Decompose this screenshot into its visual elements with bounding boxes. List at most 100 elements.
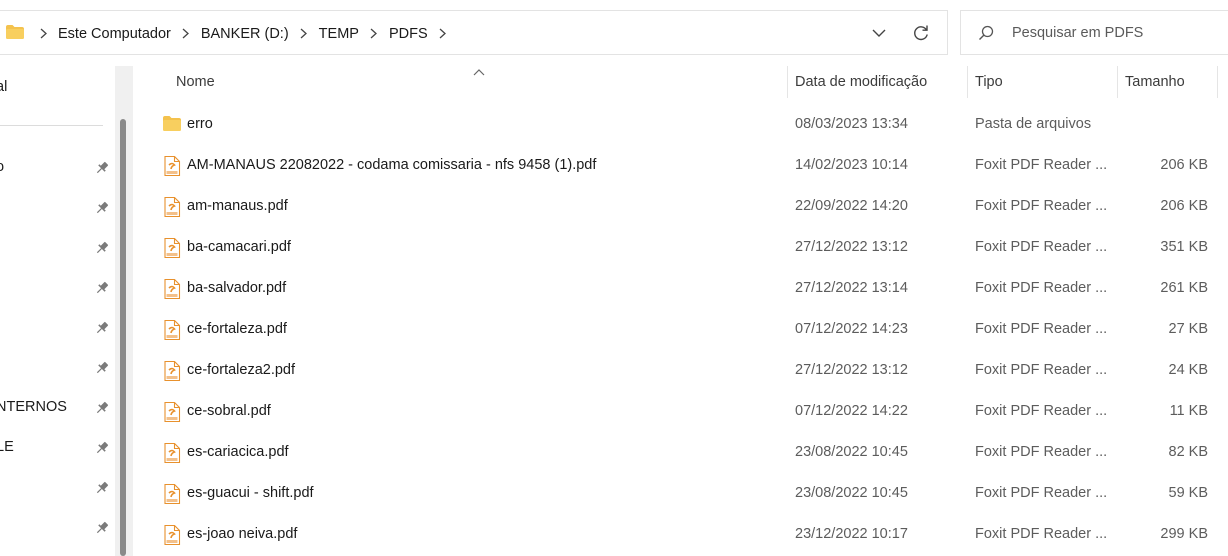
file-row[interactable]: ba-camacari.pdf 27/12/2022 13:12 Foxit PDF… <box>135 227 1228 268</box>
file-date-modified: 23/08/2022 10:45 <box>795 485 908 501</box>
breadcrumb-separator-icon[interactable] <box>295 28 313 39</box>
address-bar[interactable]: Este Computador BANKER (D:) TEMP PDFS <box>0 10 948 55</box>
file-date-modified: 07/12/2022 14:22 <box>795 403 908 419</box>
pdf-file-icon <box>163 278 181 300</box>
file-name: ce-fortaleza.pdf <box>187 321 287 337</box>
pdf-file-icon <box>163 196 181 218</box>
pdf-file-icon <box>163 524 181 546</box>
search-box[interactable]: Pesquisar em PDFS <box>960 10 1228 55</box>
pdf-file-icon <box>163 360 181 382</box>
pin-icon[interactable] <box>94 480 110 496</box>
pin-icon[interactable] <box>94 160 110 176</box>
pdf-file-icon <box>163 483 181 505</box>
file-row[interactable]: ce-sobral.pdf 07/12/2022 14:22 Foxit PDF R… <box>135 391 1228 432</box>
nav-item[interactable] <box>0 470 115 506</box>
column-header-size[interactable]: Tamanho <box>1125 74 1185 90</box>
file-row[interactable]: am-manaus.pdf 22/09/2022 14:20 Foxit PDF R… <box>135 186 1228 227</box>
file-type: Foxit PDF Reader ... <box>975 444 1108 460</box>
column-header-name[interactable]: Nome <box>176 74 215 90</box>
nav-item[interactable] <box>0 350 115 386</box>
folder-row[interactable]: erro 08/03/2023 13:34 Pasta de arquivos <box>135 104 1228 145</box>
file-type: Foxit PDF Reader ... <box>975 321 1108 337</box>
file-size: 206 KB <box>1160 157 1208 173</box>
file-date-modified: 27/12/2022 13:12 <box>795 239 908 255</box>
column-divider[interactable] <box>967 66 968 98</box>
file-date-modified: 27/12/2022 13:12 <box>795 362 908 378</box>
file-type: Foxit PDF Reader ... <box>975 157 1108 173</box>
file-date-modified: 07/12/2022 14:23 <box>795 321 908 337</box>
nav-divider <box>0 125 103 126</box>
nav-item[interactable] <box>0 230 115 266</box>
breadcrumb-separator-icon[interactable] <box>177 28 195 39</box>
column-divider[interactable] <box>787 66 788 98</box>
file-size: 206 KB <box>1160 198 1208 214</box>
file-row[interactable]: ce-fortaleza.pdf 07/12/2022 14:23 Foxit PD… <box>135 309 1228 350</box>
nav-item[interactable] <box>0 270 115 306</box>
pin-icon[interactable] <box>94 280 110 296</box>
file-type: Foxit PDF Reader ... <box>975 526 1108 542</box>
nav-item[interactable]: al <box>0 70 115 106</box>
pin-icon[interactable] <box>94 360 110 376</box>
file-size: 24 KB <box>1168 362 1209 378</box>
pin-icon[interactable] <box>94 520 110 536</box>
nav-item-label: o <box>0 159 5 175</box>
breadcrumb-separator-icon[interactable] <box>34 28 52 39</box>
file-size: 351 KB <box>1160 239 1208 255</box>
column-divider[interactable] <box>1117 66 1118 98</box>
nav-item[interactable]: LE <box>0 430 115 466</box>
chevron-down-icon[interactable] <box>866 22 892 44</box>
file-type: Foxit PDF Reader ... <box>975 362 1108 378</box>
file-type: Foxit PDF Reader ... <box>975 403 1108 419</box>
breadcrumb-separator-icon[interactable] <box>365 28 383 39</box>
breadcrumb-item[interactable]: PDFS <box>383 26 434 42</box>
search-icon <box>978 25 994 41</box>
folder-icon <box>6 25 24 39</box>
file-size: 59 KB <box>1168 485 1209 501</box>
pdf-file-icon <box>163 442 181 464</box>
pin-icon[interactable] <box>94 440 110 456</box>
file-size: 11 KB <box>1169 403 1208 419</box>
file-name: am-manaus.pdf <box>187 198 288 214</box>
column-header-date[interactable]: Data de modificação <box>795 74 927 90</box>
nav-item[interactable] <box>0 510 115 546</box>
navigation-pane: al o NTERNOS LE <box>0 66 133 556</box>
column-header-type[interactable]: Tipo <box>975 74 1003 90</box>
file-date-modified: 23/12/2022 10:17 <box>795 526 908 542</box>
file-type: Foxit PDF Reader ... <box>975 280 1108 296</box>
nav-scrollbar-thumb[interactable] <box>120 119 126 556</box>
file-row[interactable]: es-joao neiva.pdf 23/12/2022 10:17 Foxit P… <box>135 514 1228 555</box>
file-row[interactable]: es-cariacica.pdf 23/08/2022 10:45 Foxit PD… <box>135 432 1228 473</box>
breadcrumb-item[interactable]: Este Computador <box>52 26 177 42</box>
pin-icon[interactable] <box>94 400 110 416</box>
file-name: es-joao neiva.pdf <box>187 526 298 542</box>
file-name: ba-camacari.pdf <box>187 239 291 255</box>
file-row[interactable]: ce-fortaleza2.pdf 27/12/2022 13:12 Foxit P… <box>135 350 1228 391</box>
file-name: es-guacui - shift.pdf <box>187 485 314 501</box>
search-input[interactable]: Pesquisar em PDFS <box>1012 25 1143 41</box>
file-date-modified: 22/09/2022 14:20 <box>795 198 908 214</box>
breadcrumb-item[interactable]: BANKER (D:) <box>195 26 295 42</box>
pin-icon[interactable] <box>94 200 110 216</box>
column-divider[interactable] <box>1217 66 1218 98</box>
nav-item[interactable]: NTERNOS <box>0 390 115 426</box>
refresh-icon[interactable] <box>908 21 934 45</box>
nav-scrollbar[interactable] <box>115 66 133 556</box>
file-row[interactable]: ba-salvador.pdf 27/12/2022 13:14 Foxit PDF… <box>135 268 1228 309</box>
nav-item-label: LE <box>0 439 14 455</box>
file-name: ce-fortaleza2.pdf <box>187 362 296 378</box>
file-row[interactable]: AM-MANAUS 22082022 - codama comissaria -… <box>135 145 1228 186</box>
breadcrumb-item[interactable]: TEMP <box>313 26 365 42</box>
nav-item[interactable] <box>0 190 115 226</box>
nav-item[interactable]: o <box>0 150 115 186</box>
file-size: 261 KB <box>1160 280 1208 296</box>
nav-item[interactable] <box>0 310 115 346</box>
file-type: Foxit PDF Reader ... <box>975 485 1108 501</box>
breadcrumb-separator-icon[interactable] <box>434 28 452 39</box>
folder-icon <box>163 115 181 135</box>
pin-icon[interactable] <box>94 240 110 256</box>
pin-icon[interactable] <box>94 320 110 336</box>
pdf-file-icon <box>163 319 181 341</box>
file-size: 82 KB <box>1168 444 1209 460</box>
file-row[interactable]: es-guacui - shift.pdf 23/08/2022 10:45 Fox… <box>135 473 1228 514</box>
file-type: Foxit PDF Reader ... <box>975 239 1108 255</box>
